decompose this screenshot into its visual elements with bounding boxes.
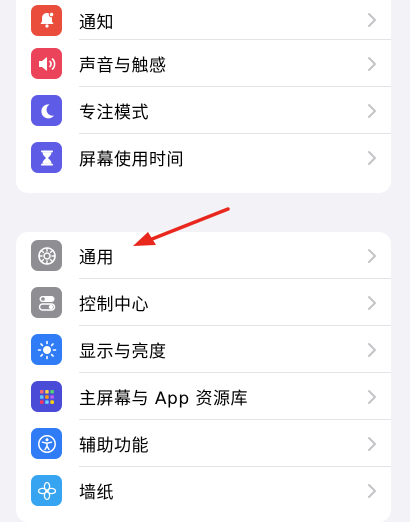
settings-row-general[interactable]: 通用 [16,232,391,279]
settings-row-accessibility[interactable]: 辅助功能 [16,420,391,467]
sun-icon [31,334,62,365]
row-label: 辅助功能 [79,436,149,456]
settings-row-display[interactable]: 显示与亮度 [16,326,391,373]
row-label: 显示与亮度 [79,342,167,362]
hourglass-icon [31,142,62,173]
row-label: 主屏幕与 App 资源库 [79,389,249,409]
row-label: 专注模式 [79,103,149,123]
chevron-right-icon [368,342,376,357]
gear-icon [31,240,62,271]
chevron-right-icon [368,248,376,263]
settings-row-control-center[interactable]: 控制中心 [16,279,391,326]
chevron-right-icon [368,436,376,451]
settings-row-sounds[interactable]: 声音与触感 [16,40,391,87]
chevron-right-icon [368,295,376,310]
chevron-right-icon [368,103,376,118]
chevron-right-icon [368,150,376,165]
settings-row-home-screen[interactable]: 主屏幕与 App 资源库 [16,373,391,420]
row-label: 声音与触感 [79,56,167,76]
row-label: 墙纸 [79,483,114,503]
toggles-icon [31,287,62,318]
settings-group-notifications: 通知 声音与触感 专注模式 屏幕使用时间 [16,0,391,193]
flower-icon [31,475,62,506]
row-label: 屏幕使用时间 [79,150,184,170]
chevron-right-icon [368,389,376,404]
accessibility-icon [31,428,62,459]
moon-icon [31,95,62,126]
settings-row-notifications[interactable]: 通知 [16,0,391,40]
settings-row-screen-time[interactable]: 屏幕使用时间 [16,134,391,181]
bell-icon [31,4,62,36]
row-label: 通知 [79,12,114,33]
speaker-icon [31,48,62,79]
row-label: 控制中心 [79,295,149,315]
chevron-right-icon [368,56,376,71]
settings-row-focus[interactable]: 专注模式 [16,87,391,134]
row-label: 通用 [79,248,114,268]
settings-group-general: 通用 控制中心 显示与亮度 主屏幕与 App 资源库 辅助功能 墙纸 [16,232,391,522]
chevron-right-icon [368,13,376,27]
settings-row-wallpaper[interactable]: 墙纸 [16,467,391,514]
chevron-right-icon [368,483,376,498]
home-grid-icon [31,381,62,412]
